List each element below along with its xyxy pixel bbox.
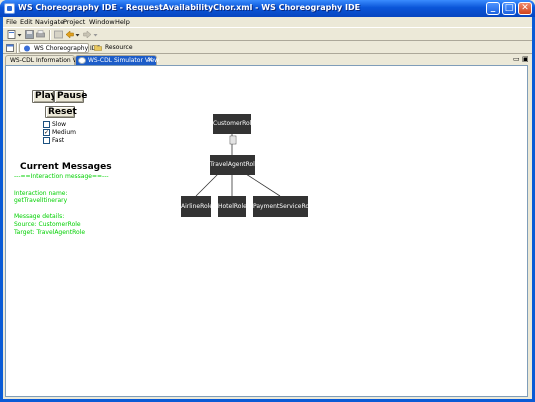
back-arrow-icon[interactable] (65, 30, 74, 39)
perspective-bar: WS Choreography IDE Resource (3, 42, 532, 54)
menu-bar: File Edit Navigate Project Window Help (3, 17, 532, 27)
menu-window[interactable]: Window (89, 18, 115, 26)
simulator-icon (78, 57, 86, 64)
open-perspective-icon[interactable] (6, 44, 14, 52)
menu-project[interactable]: Project (63, 18, 85, 26)
forward-arrow-icon[interactable] (83, 30, 92, 39)
edge-travel-agent-payment (245, 173, 281, 197)
toolbar-separator (49, 30, 51, 40)
node-hotel-role[interactable]: HotelRole (218, 196, 247, 217)
print-icon[interactable] (36, 30, 45, 39)
menu-navigate[interactable]: Navigate (35, 18, 64, 26)
simulator-view: Play Pause Reset Slow ✓ Medium Fast Curr… (5, 65, 528, 397)
title-bar[interactable]: WS Choreography IDE - RequestAvailabilit… (0, 0, 535, 17)
back-dropdown-icon[interactable] (75, 30, 80, 39)
perspective-separator (16, 43, 18, 53)
minimize-view-icon[interactable]: ▭ (513, 55, 520, 63)
window-title: WS Choreography IDE - RequestAvailabilit… (18, 3, 361, 12)
node-payment-service-role[interactable]: PaymentServiceRole (253, 196, 314, 217)
perspective-ws-choreography[interactable]: WS Choreography IDE (19, 43, 100, 53)
new-icon[interactable] (7, 30, 16, 39)
menu-file[interactable]: File (6, 18, 17, 26)
view-tabs: WS-CDL Information View WS-CDL Simulator… (3, 55, 532, 65)
edge-travel-agent-airline (195, 173, 219, 197)
close-tab-icon[interactable]: ✕ (147, 56, 153, 64)
minimize-button[interactable]: _ (486, 2, 500, 15)
app-icon[interactable] (4, 3, 15, 14)
diagram-edges (195, 134, 281, 197)
toolbar (3, 27, 532, 41)
menu-help[interactable]: Help (115, 18, 130, 26)
client-area: File Edit Navigate Project Window Help W… (3, 17, 532, 399)
perspective-resource[interactable]: Resource (91, 43, 133, 53)
tab-wscdl-information-view[interactable]: WS-CDL Information View (5, 55, 87, 65)
save-icon[interactable] (25, 30, 34, 39)
folder-icon (94, 44, 102, 51)
tab-wscdl-simulator-view[interactable]: WS-CDL Simulator View ✕ (75, 55, 159, 65)
node-travel-agent-role[interactable]: TravelAgentRole (210, 155, 259, 175)
perspective-resource-label: Resource (105, 44, 133, 51)
open-type-icon[interactable] (54, 30, 63, 39)
maximize-view-icon[interactable]: ▣ (522, 55, 529, 63)
forward-dropdown-icon[interactable] (93, 30, 98, 39)
message-envelope-icon (229, 135, 237, 145)
node-customer-role[interactable]: CustomerRole (213, 114, 255, 134)
close-button[interactable]: ✕ (518, 2, 532, 15)
menu-edit[interactable]: Edit (20, 18, 33, 26)
new-dropdown-icon[interactable] (17, 30, 22, 39)
node-airline-role[interactable]: AirlineRole (181, 196, 213, 217)
choreography-icon (23, 45, 31, 52)
maximize-button[interactable]: □ (502, 2, 516, 15)
